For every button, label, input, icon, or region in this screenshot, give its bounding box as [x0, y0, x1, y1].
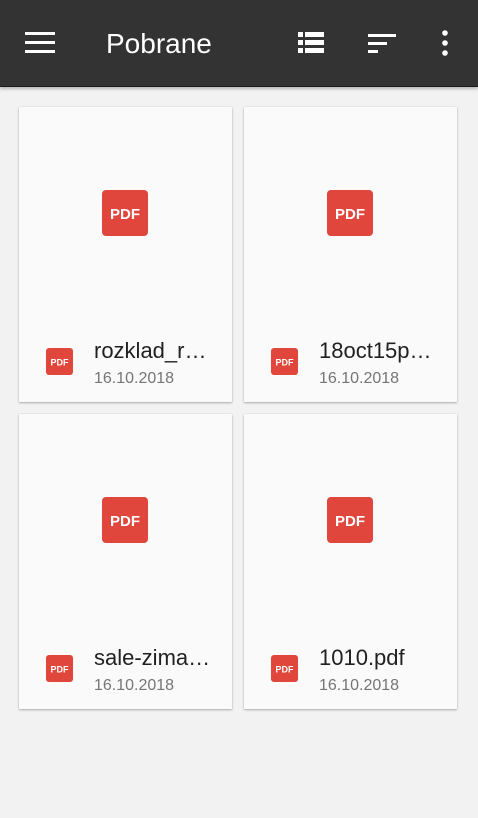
- pdf-icon: PDF: [102, 497, 148, 543]
- svg-text:PDF: PDF: [276, 665, 295, 675]
- file-thumbnail: PDF: [19, 107, 232, 322]
- pdf-icon: PDF: [327, 190, 373, 236]
- top-app-bar: Pobrane: [0, 0, 478, 87]
- svg-text:PDF: PDF: [51, 358, 70, 368]
- page-title: Pobrane: [106, 28, 212, 59]
- hamburger-menu-icon: [25, 32, 55, 53]
- file-date: 16.10.2018: [94, 370, 175, 387]
- sort-button[interactable]: [358, 19, 406, 67]
- file-date: 16.10.2018: [94, 677, 175, 694]
- svg-text:PDF: PDF: [276, 358, 295, 368]
- file-card[interactable]: PDF PDF rozklad_r… 16.10.2018: [19, 107, 232, 402]
- file-card[interactable]: PDF PDF 18oct15p… 16.10.2018: [244, 107, 457, 402]
- more-options-button[interactable]: [421, 19, 469, 67]
- pdf-icon: PDF: [271, 655, 298, 682]
- list-view-button[interactable]: [287, 19, 335, 67]
- file-thumbnail: PDF: [244, 414, 457, 629]
- svg-text:PDF: PDF: [335, 206, 365, 223]
- file-card[interactable]: PDF PDF sale-zima… 16.10.2018: [19, 414, 232, 709]
- pdf-icon: PDF: [327, 497, 373, 543]
- file-name: 1010.pdf: [319, 645, 405, 670]
- file-name: 18oct15p…: [319, 338, 432, 363]
- svg-text:PDF: PDF: [110, 206, 140, 223]
- file-card[interactable]: PDF PDF 1010.pdf 16.10.2018: [244, 414, 457, 709]
- sort-icon: [368, 34, 396, 53]
- file-name: rozklad_r…: [94, 338, 207, 363]
- svg-text:PDF: PDF: [51, 665, 70, 675]
- svg-text:PDF: PDF: [335, 513, 365, 530]
- file-date: 16.10.2018: [319, 370, 400, 387]
- svg-text:PDF: PDF: [110, 513, 140, 530]
- file-thumbnail: PDF: [244, 107, 457, 322]
- more-vert-icon: [442, 30, 448, 56]
- pdf-icon: PDF: [46, 348, 73, 375]
- pdf-icon: PDF: [271, 348, 298, 375]
- menu-button[interactable]: [16, 19, 64, 67]
- pdf-icon: PDF: [102, 190, 148, 236]
- list-view-icon: [298, 32, 324, 53]
- pdf-icon: PDF: [46, 655, 73, 682]
- file-thumbnail: PDF: [19, 414, 232, 629]
- file-name: sale-zima…: [94, 645, 211, 670]
- file-date: 16.10.2018: [319, 677, 400, 694]
